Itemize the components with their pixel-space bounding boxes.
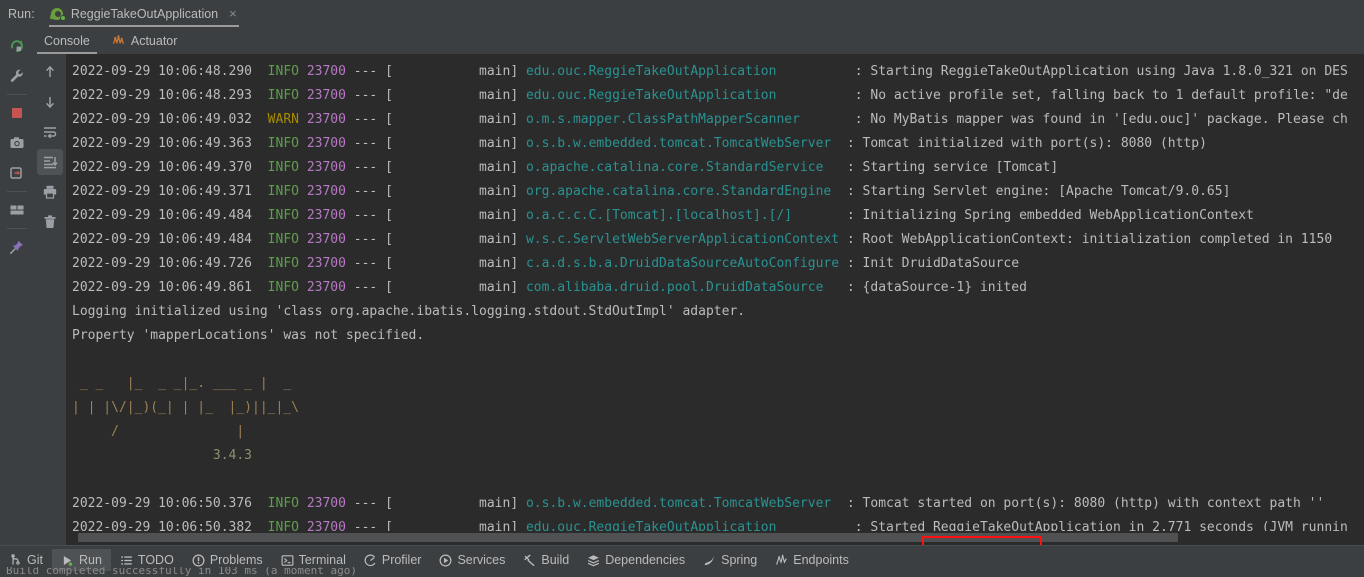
scrollbar-thumb[interactable] xyxy=(78,533,1178,542)
status-bar-item-label: TODO xyxy=(137,553,174,567)
tab-actuator[interactable]: Actuator xyxy=(101,27,189,54)
console-banner-line: _ _ |_ _ _|_. ___ _ | _ xyxy=(72,376,292,391)
status-bar-item-label: Services xyxy=(457,553,506,567)
spring-boot-run-icon xyxy=(49,6,66,21)
console-line: 2022-09-29 10:06:49.371 INFO 23700 --- [… xyxy=(72,184,1231,199)
console-output[interactable]: 2022-09-29 10:06:48.290 INFO 23700 --- [… xyxy=(66,54,1364,545)
run-label: Run: xyxy=(8,6,35,21)
build-hammer-icon xyxy=(523,554,536,567)
camera-icon[interactable] xyxy=(4,130,30,156)
terminal-icon xyxy=(281,554,294,567)
status-bar-item-label: Problems xyxy=(209,553,263,567)
wrench-icon[interactable] xyxy=(4,63,30,89)
console-line: 2022-09-29 10:06:49.484 INFO 23700 --- [… xyxy=(72,232,1333,247)
idea-run-window: Run: ReggieTakeOutApplication × Console xyxy=(0,0,1364,577)
problems-icon xyxy=(192,554,205,567)
scroll-to-end-icon[interactable] xyxy=(36,149,63,175)
toolbar-divider-2 xyxy=(6,191,27,192)
console-line: 2022-09-29 10:06:49.370 INFO 23700 --- [… xyxy=(72,160,1059,175)
build-status-text: Build completed successfully in 103 ms (… xyxy=(6,567,357,577)
rerun-icon[interactable] xyxy=(4,33,30,59)
git-branch-icon xyxy=(9,553,22,567)
console-horizontal-scrollbar[interactable] xyxy=(66,531,1364,545)
console-line: Property 'mapperLocations' was not speci… xyxy=(72,328,425,343)
profiler-icon xyxy=(364,554,377,567)
thread-dump-icon[interactable] xyxy=(4,160,30,186)
scroll-down-icon[interactable] xyxy=(37,89,63,115)
tab-console[interactable]: Console xyxy=(33,27,101,54)
console-tab-bar: Console Actuator xyxy=(33,27,1364,54)
console-banner-version: 3.4.3 xyxy=(72,448,253,463)
soft-wrap-icon[interactable] xyxy=(37,119,63,145)
run-tab-strip: Run: ReggieTakeOutApplication × xyxy=(0,0,1364,27)
status-bar-item-label: Build xyxy=(541,553,570,567)
tab-actuator-label: Actuator xyxy=(130,33,178,48)
close-icon[interactable]: × xyxy=(229,6,237,21)
toolbar-divider-3 xyxy=(6,228,27,229)
status-bar-item-label: Spring xyxy=(721,553,758,567)
status-bar-item-label: Git xyxy=(27,553,43,567)
layout-icon[interactable] xyxy=(4,197,30,223)
status-bar-item-label: Dependencies xyxy=(605,553,686,567)
scroll-up-icon[interactable] xyxy=(37,59,63,85)
status-bar-item-label: Terminal xyxy=(298,553,346,567)
toolbar-divider xyxy=(6,94,27,95)
console-banner-line: / | xyxy=(72,424,245,439)
todo-list-icon xyxy=(120,554,133,567)
tab-console-label: Console xyxy=(44,33,90,48)
pin-icon[interactable] xyxy=(4,234,30,260)
print-icon[interactable] xyxy=(37,179,63,205)
run-tab-title: ReggieTakeOutApplication xyxy=(70,6,219,21)
console-toolbar xyxy=(33,54,66,545)
status-bar-item-label: Run xyxy=(78,553,102,567)
run-toolbar xyxy=(0,27,33,545)
services-icon xyxy=(439,554,452,567)
console-line: 2022-09-29 10:06:49.484 INFO 23700 --- [… xyxy=(72,208,1254,223)
console-banner-line: | | |\/|_)(_| | |_ |_)||_|_\ xyxy=(72,400,299,415)
spring-leaf-icon xyxy=(703,554,716,567)
dependencies-icon xyxy=(587,554,600,567)
endpoints-icon xyxy=(775,553,788,567)
stop-icon[interactable] xyxy=(4,100,30,126)
console-line: 2022-09-29 10:06:49.861 INFO 23700 --- [… xyxy=(72,280,1027,295)
status-bar-item-label: Endpoints xyxy=(793,553,849,567)
console-line: 2022-09-29 10:06:48.290 INFO 23700 --- [… xyxy=(72,64,1348,79)
run-play-icon xyxy=(61,554,74,567)
console-line: Logging initialized using 'class org.apa… xyxy=(72,304,746,319)
console-line: 2022-09-29 10:06:48.293 INFO 23700 --- [… xyxy=(72,88,1348,103)
actuator-icon xyxy=(112,34,125,47)
build-status-line: Build completed successfully in 103 ms (… xyxy=(0,567,1364,577)
trash-icon[interactable] xyxy=(37,209,63,235)
console-line: 2022-09-29 10:06:50.376 INFO 23700 --- [… xyxy=(72,496,1325,511)
run-tab-reggietakeoutapplication[interactable]: ReggieTakeOutApplication × xyxy=(43,0,245,27)
status-bar-item-label: Profiler xyxy=(381,553,422,567)
console-line: 2022-09-29 10:06:49.363 INFO 23700 --- [… xyxy=(72,136,1207,151)
console-line: 2022-09-29 10:06:49.032 WARN 23700 --- [… xyxy=(72,112,1348,127)
console-line: 2022-09-29 10:06:49.726 INFO 23700 --- [… xyxy=(72,256,1020,271)
console-text: 2022-09-29 10:06:48.290 INFO 23700 --- [… xyxy=(66,54,1364,545)
